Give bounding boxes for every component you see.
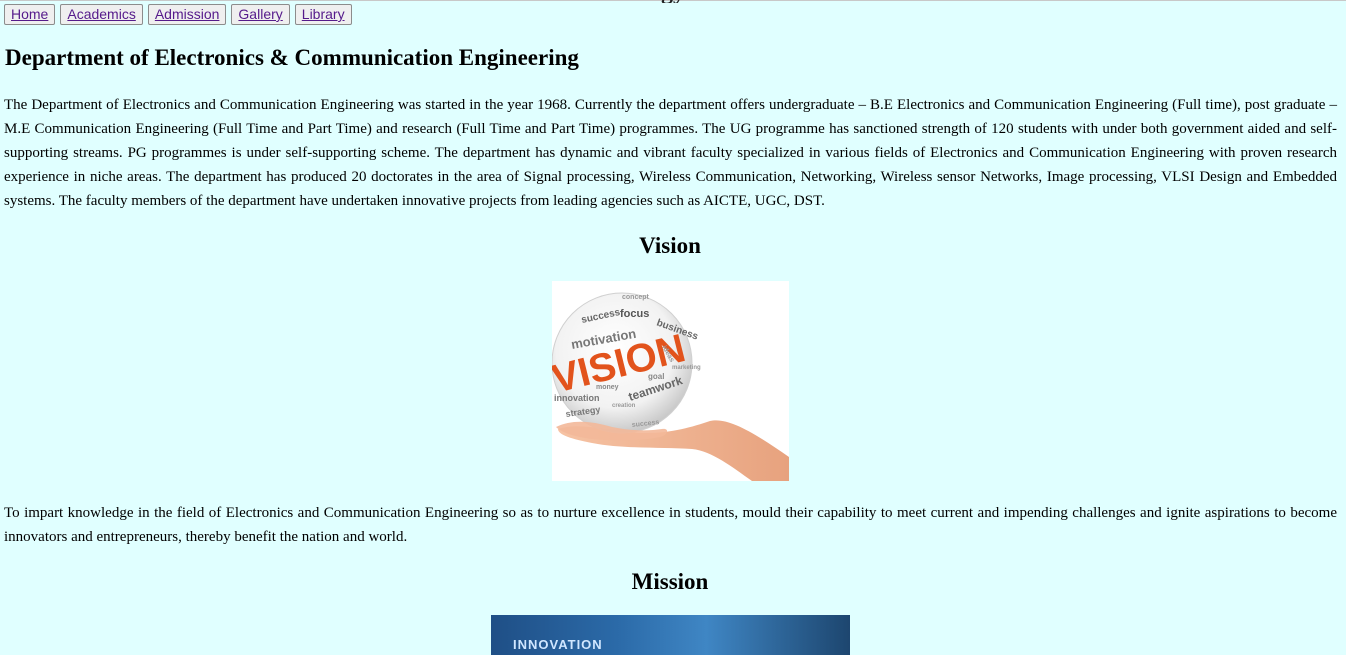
sphere-word: concept [622,294,650,301]
department-intro-paragraph: The Department of Electronics and Commun… [4,97,1337,209]
nav-gallery-button[interactable]: Gallery [231,4,290,25]
mission-image-text: INNOVATION [513,637,603,652]
vision-heading: Vision [639,233,701,258]
vision-image: success focus business motivation VISION… [552,281,789,481]
nav-academics-button[interactable]: Academics [60,4,143,25]
top-navigation: Home Academics Admission Gallery Library [4,4,352,25]
sphere-word: money [596,384,619,391]
sphere-word: focus [620,308,649,320]
sphere-word: creation [612,403,636,409]
sphere-word: success [631,419,659,429]
nav-library-button[interactable]: Library [294,4,352,25]
sphere-word: marketing [672,365,701,371]
vision-paragraph: To impart knowledge in the field of Elec… [4,505,1337,545]
mission-heading: Mission [631,569,709,594]
clipped-header-text: gy [0,0,1346,3]
nav-home-button[interactable]: Home [4,4,56,25]
nav-admission-button[interactable]: Admission [147,4,227,25]
sphere-word: innovation [554,393,600,403]
sphere-word: goal [648,372,664,381]
vision-globe-hand-illustration: success focus business motivation VISION… [552,292,789,481]
mission-image: INNOVATION [491,615,850,655]
page-title: Department of Electronics & Communicatio… [5,45,579,70]
